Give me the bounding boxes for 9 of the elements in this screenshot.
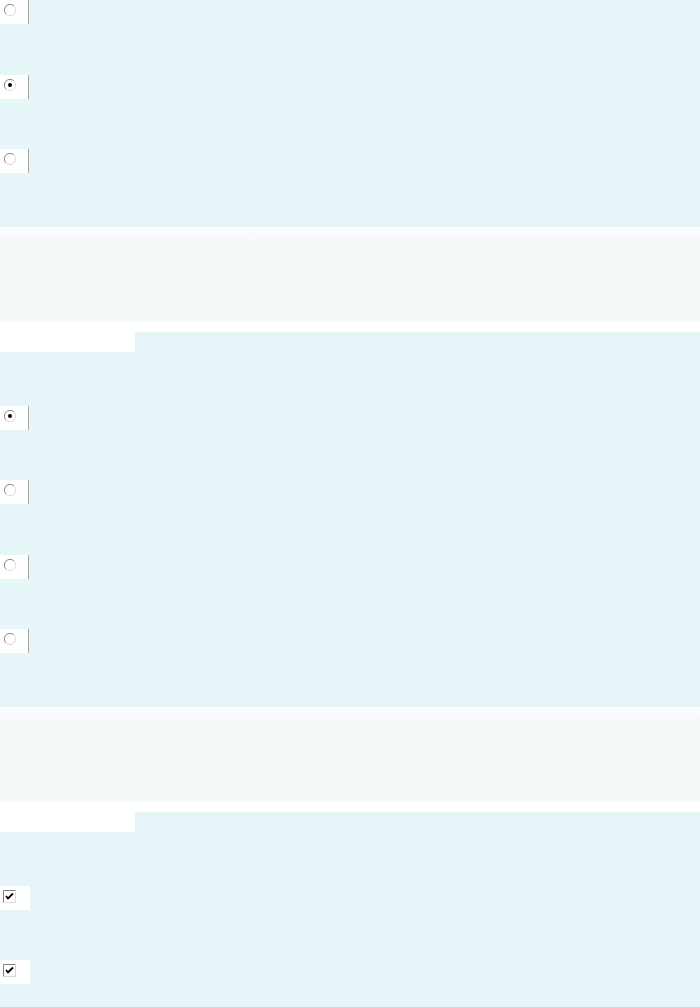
checkbox[interactable]	[3, 889, 16, 903]
checkbox[interactable]	[3, 964, 16, 977]
radio-button[interactable]	[4, 153, 16, 165]
radio-button[interactable]	[4, 409, 16, 422]
radio-button[interactable]	[4, 558, 16, 571]
radio-button[interactable]	[4, 633, 16, 645]
radio-button[interactable]	[4, 78, 16, 91]
radio-button[interactable]	[4, 4, 16, 16]
radio-button[interactable]	[4, 484, 16, 496]
